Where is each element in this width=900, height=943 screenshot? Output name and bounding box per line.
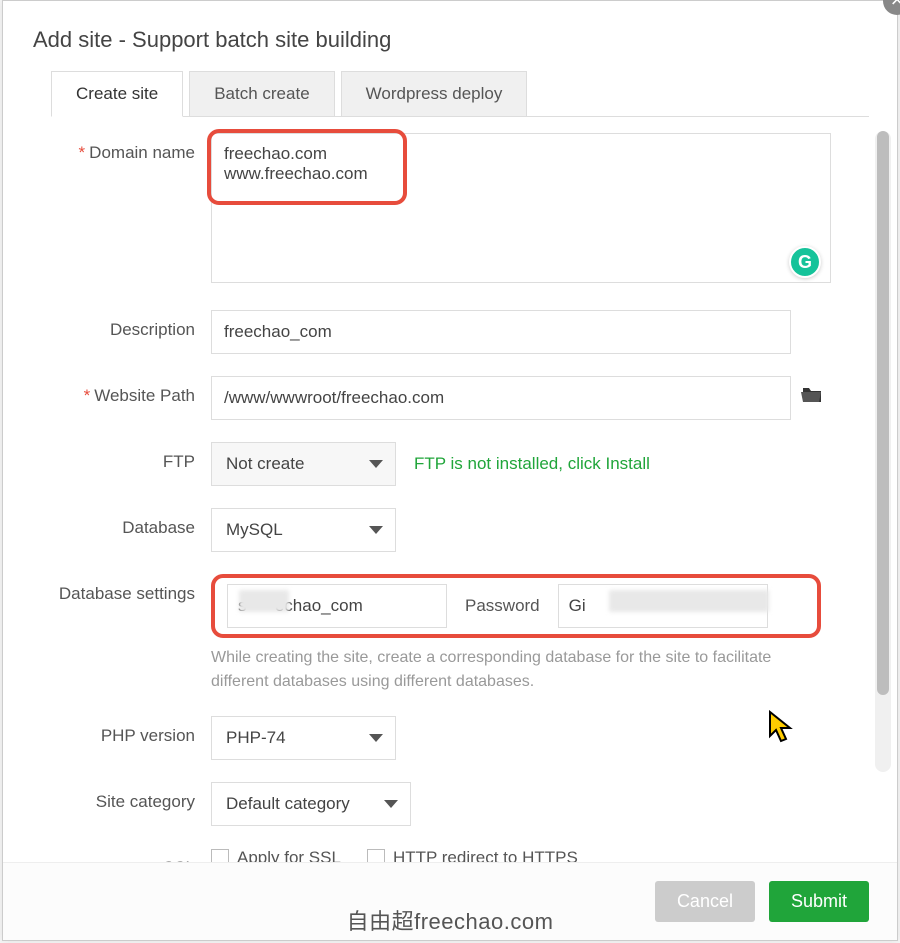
description-input[interactable] bbox=[211, 310, 791, 354]
ftp-install-link[interactable]: FTP is not installed, click Install bbox=[414, 454, 650, 474]
scrollbar-thumb[interactable] bbox=[877, 131, 889, 695]
db-password-label: Password bbox=[465, 596, 540, 616]
cancel-button[interactable]: Cancel bbox=[655, 881, 755, 922]
submit-button[interactable]: Submit bbox=[769, 881, 869, 922]
php-select[interactable]: PHP-74 bbox=[211, 716, 396, 760]
folder-icon[interactable] bbox=[801, 386, 823, 410]
modal-title: Add site - Support batch site building bbox=[3, 1, 897, 71]
tab-wordpress-deploy[interactable]: Wordpress deploy bbox=[341, 71, 528, 116]
tabs: Create site Batch create Wordpress deplo… bbox=[51, 71, 869, 117]
tab-batch-create[interactable]: Batch create bbox=[189, 71, 334, 116]
path-label: *Website Path bbox=[51, 376, 211, 406]
scrollbar[interactable] bbox=[875, 131, 891, 772]
db-settings-highlight: Password bbox=[211, 574, 821, 638]
ssl-apply-checkbox[interactable]: Apply for SSL bbox=[211, 848, 341, 862]
ftp-select[interactable]: Not create bbox=[211, 442, 396, 486]
db-settings-label: Database settings bbox=[51, 574, 211, 604]
grammarly-icon[interactable]: G bbox=[789, 246, 821, 278]
domain-input[interactable] bbox=[211, 133, 831, 283]
database-select[interactable]: MySQL bbox=[211, 508, 396, 552]
database-label: Database bbox=[51, 508, 211, 538]
ssl-redirect-checkbox[interactable]: HTTP redirect to HTTPS bbox=[367, 848, 578, 862]
category-label: Site category bbox=[51, 782, 211, 812]
description-label: Description bbox=[51, 310, 211, 340]
path-input[interactable] bbox=[211, 376, 791, 420]
watermark: 自由超freechao.com bbox=[347, 904, 554, 936]
category-select[interactable]: Default category bbox=[211, 782, 411, 826]
tab-create-site[interactable]: Create site bbox=[51, 71, 183, 117]
ssl-label: SSL bbox=[51, 848, 211, 862]
add-site-modal: × Add site - Support batch site building… bbox=[2, 0, 898, 941]
db-settings-help: While creating the site, create a corres… bbox=[211, 646, 791, 694]
ftp-label: FTP bbox=[51, 442, 211, 472]
php-label: PHP version bbox=[51, 716, 211, 746]
domain-label: *Domain name bbox=[51, 133, 211, 163]
